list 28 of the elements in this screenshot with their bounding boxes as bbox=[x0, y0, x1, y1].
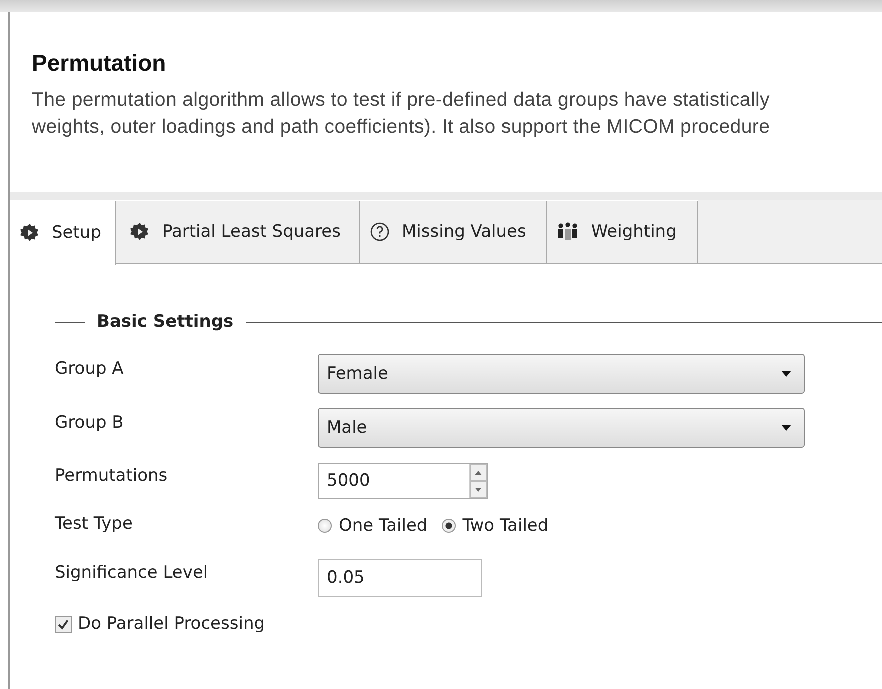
caret-icon bbox=[781, 425, 792, 431]
caret-icon bbox=[781, 371, 792, 377]
field-label: Permutations bbox=[55, 466, 169, 486]
people-icon bbox=[557, 222, 580, 242]
tab[interactable]: Missing Values bbox=[360, 201, 548, 263]
radio-button[interactable] bbox=[442, 519, 456, 533]
help-icon bbox=[370, 222, 390, 242]
input-field[interactable]: 0.05 bbox=[318, 559, 482, 597]
field-label: Group A bbox=[55, 359, 125, 379]
description-text: weights, outer loadings and path coefficients). It also support the MICOM procedure bbox=[32, 115, 772, 140]
checkbox-label: Do Parallel Processing bbox=[78, 614, 266, 634]
checkbox[interactable] bbox=[55, 616, 72, 632]
gear-icon bbox=[130, 222, 150, 242]
page-title: Permutation bbox=[32, 50, 168, 77]
tab[interactable]: Weighting bbox=[547, 201, 698, 263]
field-label: Significance Level bbox=[55, 563, 210, 583]
gear-icon bbox=[20, 223, 40, 243]
tab[interactable]: Partial Least Squares bbox=[116, 201, 360, 263]
section-title: Basic Settings bbox=[97, 312, 234, 332]
radio-label: Two Tailed bbox=[462, 516, 549, 536]
field-label: Group B bbox=[55, 413, 125, 433]
tab[interactable]: Setup bbox=[10, 201, 116, 265]
field-label: Test Type bbox=[55, 514, 134, 534]
description-text: The permutation algorithm allows to test if pre-defined data groups have statistically bbox=[32, 88, 771, 113]
dropdown[interactable]: Male bbox=[318, 408, 805, 448]
dropdown[interactable]: Female bbox=[318, 354, 805, 394]
radio-label: One Tailed bbox=[339, 516, 428, 536]
radio-button[interactable] bbox=[318, 519, 332, 533]
